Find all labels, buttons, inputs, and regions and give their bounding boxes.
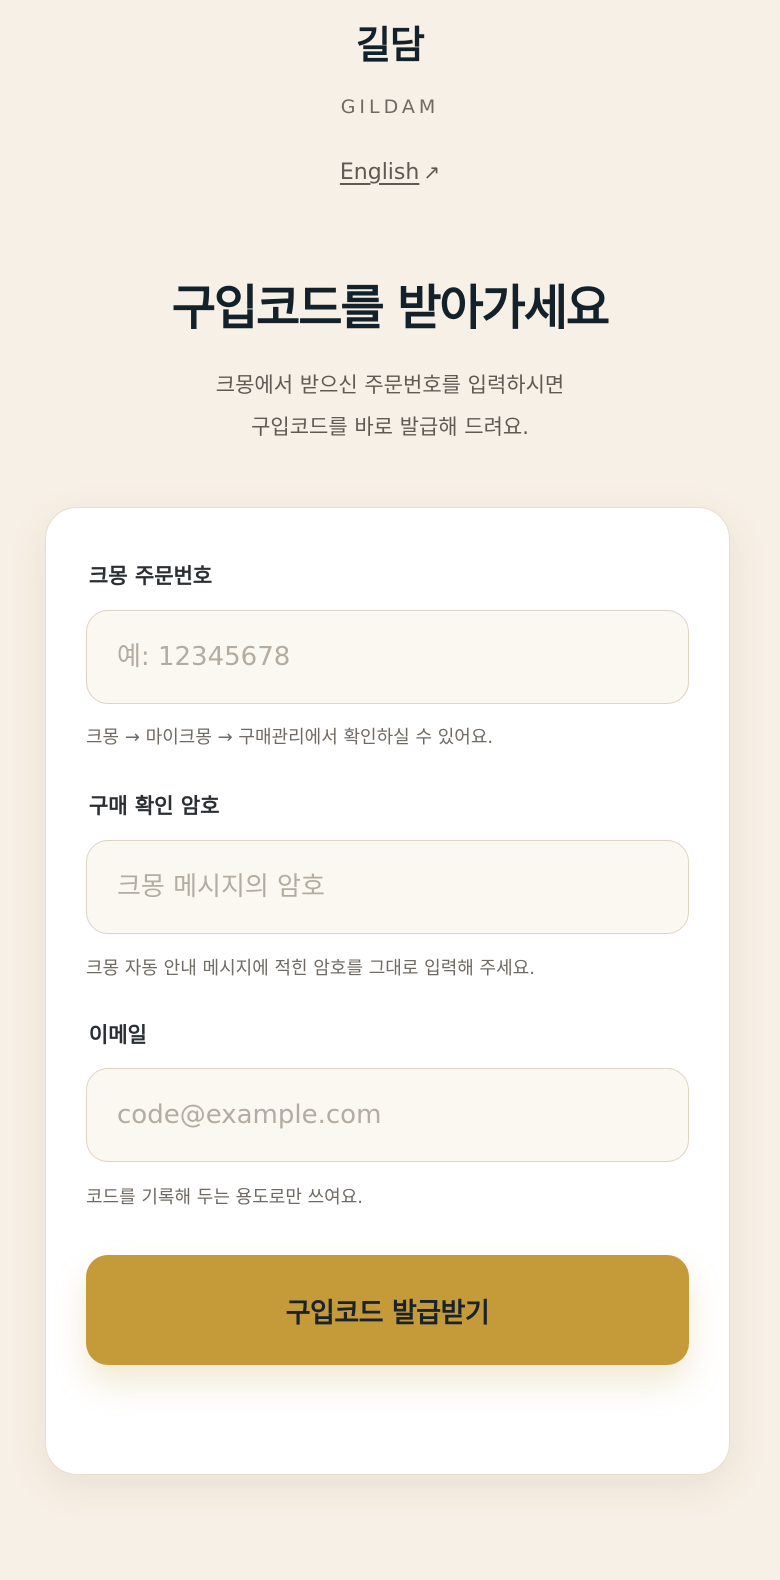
english-link-label: English <box>339 160 420 185</box>
page-title: 구입코드를 받아가세요 <box>171 280 610 336</box>
order-number-hint: 크몽 → 마이크몽 → 구매관리에서 확인하실 수 있어요. <box>86 727 494 748</box>
brand-logo-korean: 길담 <box>356 23 425 67</box>
issue-code-button[interactable]: 구입코드 발급받기 <box>86 1255 689 1365</box>
arrow-up-right-icon: ↗ <box>423 160 441 184</box>
brand-logo-english: GILDAM <box>340 96 440 118</box>
email-hint: 코드를 기록해 두는 용도로만 쓰여요. <box>86 1187 364 1208</box>
email-label: 이메일 <box>89 1023 147 1047</box>
password-hint: 크몽 자동 안내 메시지에 적힌 암호를 그대로 입력해 주세요. <box>86 958 535 979</box>
english-link[interactable]: English ↗ <box>340 160 440 185</box>
order-number-input[interactable] <box>86 610 689 704</box>
code-request-form: 크몽 주문번호 크몽 → 마이크몽 → 구매관리에서 확인하실 수 있어요. 구… <box>45 507 730 1475</box>
language-switch: English ↗ <box>0 160 780 185</box>
subtitle-line-2: 구입코드를 바로 발급해 드려요. <box>251 415 529 439</box>
password-input[interactable] <box>86 840 689 934</box>
email-input[interactable] <box>86 1068 689 1162</box>
password-label: 구매 확인 암호 <box>89 794 220 818</box>
order-number-label: 크몽 주문번호 <box>89 564 213 588</box>
subtitle-line-1: 크몽에서 받으신 주문번호를 입력하시면 <box>215 373 565 397</box>
page-subtitle: 크몽에서 받으신 주문번호를 입력하시면 구입코드를 바로 발급해 드려요. <box>0 364 780 448</box>
